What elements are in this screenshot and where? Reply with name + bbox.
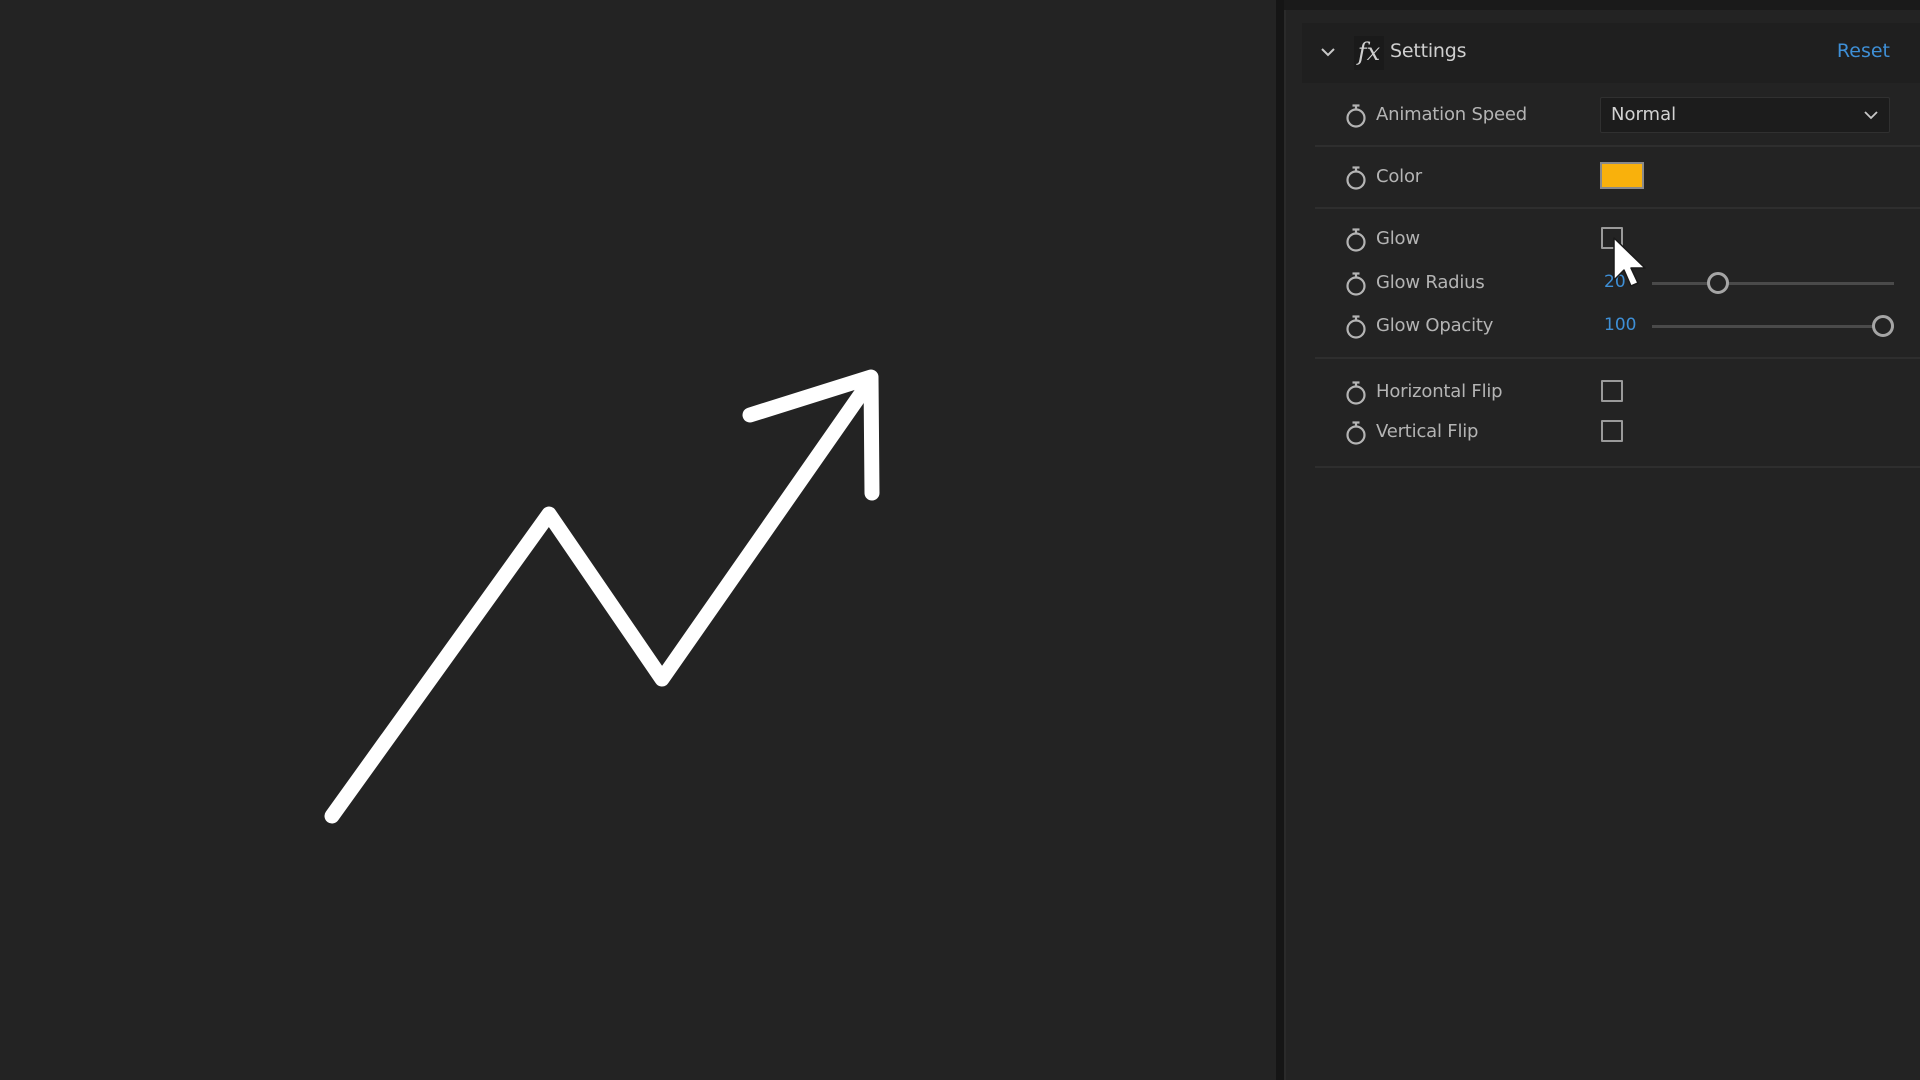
stopwatch-icon[interactable]: [1344, 103, 1368, 129]
stopwatch-icon[interactable]: [1344, 420, 1368, 446]
glow-radius-label: Glow Radius: [1376, 272, 1485, 293]
slider-knob[interactable]: [1707, 272, 1729, 294]
separator: [1315, 207, 1920, 209]
property-row-color: Color: [1284, 159, 1920, 195]
glow-checkbox[interactable]: [1601, 227, 1623, 249]
horizontal-flip-label: Horizontal Flip: [1376, 381, 1503, 402]
property-row-glow: Glow: [1284, 221, 1920, 257]
slider-track: [1652, 325, 1894, 328]
canvas-viewer: [0, 0, 1276, 1080]
stopwatch-icon[interactable]: [1344, 271, 1368, 297]
panel-divider[interactable]: [1276, 0, 1284, 1080]
trend-arrow-drawing: [324, 369, 880, 824]
fx-icon: fx: [1354, 36, 1384, 70]
property-row-vertical-flip: Vertical Flip: [1284, 414, 1920, 450]
stopwatch-icon[interactable]: [1344, 227, 1368, 253]
separator: [1315, 466, 1920, 468]
property-row-animation-speed: Animation Speed Normal: [1284, 97, 1920, 133]
arrow-zigzag-stroke: [324, 373, 878, 824]
slider-knob[interactable]: [1872, 315, 1894, 337]
stopwatch-icon[interactable]: [1344, 165, 1368, 191]
chevron-down-icon: [1864, 111, 1878, 120]
effect-title: Settings: [1390, 40, 1467, 62]
chevron-down-icon[interactable]: [1320, 44, 1336, 60]
reset-button[interactable]: Reset: [1837, 40, 1890, 62]
vertical-flip-checkbox[interactable]: [1601, 420, 1623, 442]
animation-speed-dropdown[interactable]: Normal: [1600, 97, 1890, 133]
separator: [1315, 145, 1920, 147]
glow-radius-slider[interactable]: [1652, 265, 1894, 301]
property-row-glow-radius: Glow Radius 20: [1284, 265, 1920, 301]
effect-controls-panel: fx Settings Reset Animation Speed Normal…: [1284, 0, 1920, 1080]
horizontal-flip-checkbox[interactable]: [1601, 380, 1623, 402]
slider-track: [1652, 282, 1894, 285]
stopwatch-icon[interactable]: [1344, 314, 1368, 340]
color-swatch[interactable]: [1600, 162, 1644, 189]
stopwatch-icon[interactable]: [1344, 380, 1368, 406]
property-row-horizontal-flip: Horizontal Flip: [1284, 374, 1920, 410]
separator: [1315, 357, 1920, 359]
animation-speed-label: Animation Speed: [1376, 104, 1527, 125]
vertical-flip-label: Vertical Flip: [1376, 421, 1479, 442]
glow-opacity-slider[interactable]: [1652, 308, 1894, 344]
color-label: Color: [1376, 166, 1422, 187]
glow-opacity-label: Glow Opacity: [1376, 315, 1494, 336]
panel-top-strip: [1284, 0, 1920, 10]
glow-label: Glow: [1376, 228, 1420, 249]
glow-radius-value[interactable]: 20: [1604, 272, 1626, 292]
property-row-glow-opacity: Glow Opacity 100: [1284, 308, 1920, 344]
glow-opacity-value[interactable]: 100: [1604, 315, 1636, 335]
animation-speed-value: Normal: [1611, 104, 1677, 125]
